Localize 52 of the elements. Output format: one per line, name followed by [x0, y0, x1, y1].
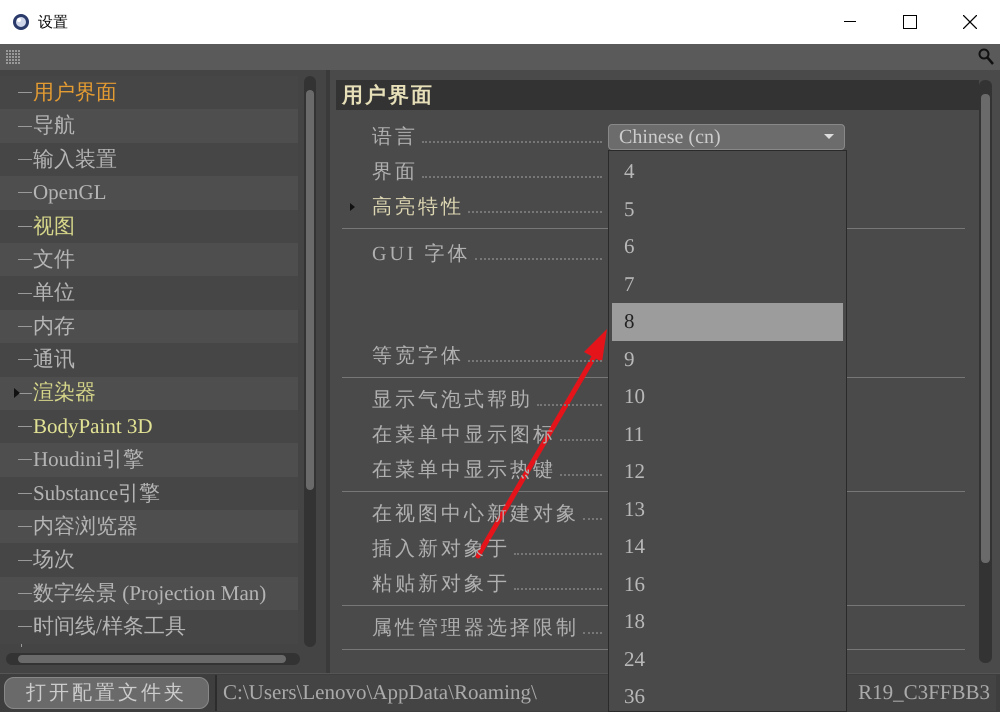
- dropdown-option[interactable]: 8: [612, 303, 843, 340]
- dropdown-option[interactable]: 6: [612, 228, 843, 266]
- dropdown-option[interactable]: 12: [612, 453, 843, 490]
- tree-item[interactable]: BodyPaint 3D: [0, 410, 298, 444]
- dropdown-option[interactable]: 7: [612, 266, 843, 303]
- tree-item[interactable]: Substance引擎: [0, 476, 298, 510]
- tree-item[interactable]: 数字绘景 (Projection Man): [0, 576, 298, 610]
- tree-item[interactable]: 内容浏览器: [0, 510, 298, 544]
- setting-label: 高亮特性: [372, 194, 464, 220]
- dropdown-option[interactable]: 36: [612, 678, 843, 712]
- tree-item[interactable]: OpenGL: [0, 176, 298, 210]
- scrollbar[interactable]: [979, 80, 992, 663]
- maximize-icon: [903, 15, 917, 29]
- dropdown-option[interactable]: 11: [612, 416, 843, 453]
- dropdown-option[interactable]: 18: [612, 603, 843, 640]
- setting-label: 界面: [372, 160, 418, 184]
- section-title: 用户界面: [336, 80, 979, 110]
- window-title: 设置: [38, 12, 69, 33]
- scrollbar[interactable]: [304, 76, 316, 647]
- dropdown-option[interactable]: 4: [612, 153, 843, 190]
- setting-label: GUI 字体: [372, 242, 471, 267]
- scrollbar[interactable]: [6, 653, 300, 665]
- open-folder-button[interactable]: 打开配置文件夹: [4, 677, 209, 709]
- tree-item[interactable]: 用户界面: [0, 76, 298, 110]
- dropdown-option[interactable]: 16: [612, 566, 843, 603]
- tree-item[interactable]: 文件: [0, 242, 298, 276]
- path-text: C:\Users\Lenovo\AppData\Roaming\: [223, 679, 537, 706]
- language-dropdown[interactable]: Chinese (cn): [608, 124, 845, 150]
- tree-item[interactable]: 内存: [0, 310, 298, 344]
- setting-label: 粘贴新对象于: [372, 572, 510, 596]
- dropdown-option[interactable]: 13: [612, 490, 843, 528]
- dropdown-option[interactable]: 24: [612, 640, 843, 678]
- dropdown-option[interactable]: 14: [612, 528, 843, 566]
- setting-label: 显示气泡式帮助: [372, 388, 533, 412]
- app-icon: [12, 13, 30, 31]
- expand-arrow-icon[interactable]: [14, 388, 20, 398]
- tree-item[interactable]: 导航: [0, 109, 298, 143]
- dropdown-option[interactable]: 10: [612, 378, 843, 416]
- minimize-icon: [844, 21, 856, 23]
- setting-label: 等宽字体: [372, 344, 464, 368]
- setting-label: 属性管理器选择限制: [372, 616, 579, 640]
- path-text: R19_C3FFBB3: [858, 679, 990, 706]
- dropdown-option[interactable]: 5: [612, 190, 843, 228]
- dropdown-option[interactable]: 9: [612, 340, 843, 378]
- tree-item[interactable]: 渲染器: [0, 376, 298, 410]
- setting-label: 语言: [372, 124, 418, 150]
- tree-item[interactable]: Houdini引擎: [0, 443, 298, 477]
- close-icon: [963, 15, 977, 29]
- tree-item[interactable]: 视图: [0, 210, 298, 243]
- search-icon[interactable]: [978, 48, 994, 66]
- expand-arrow-icon[interactable]: [350, 202, 355, 210]
- grip-icon[interactable]: [6, 50, 20, 64]
